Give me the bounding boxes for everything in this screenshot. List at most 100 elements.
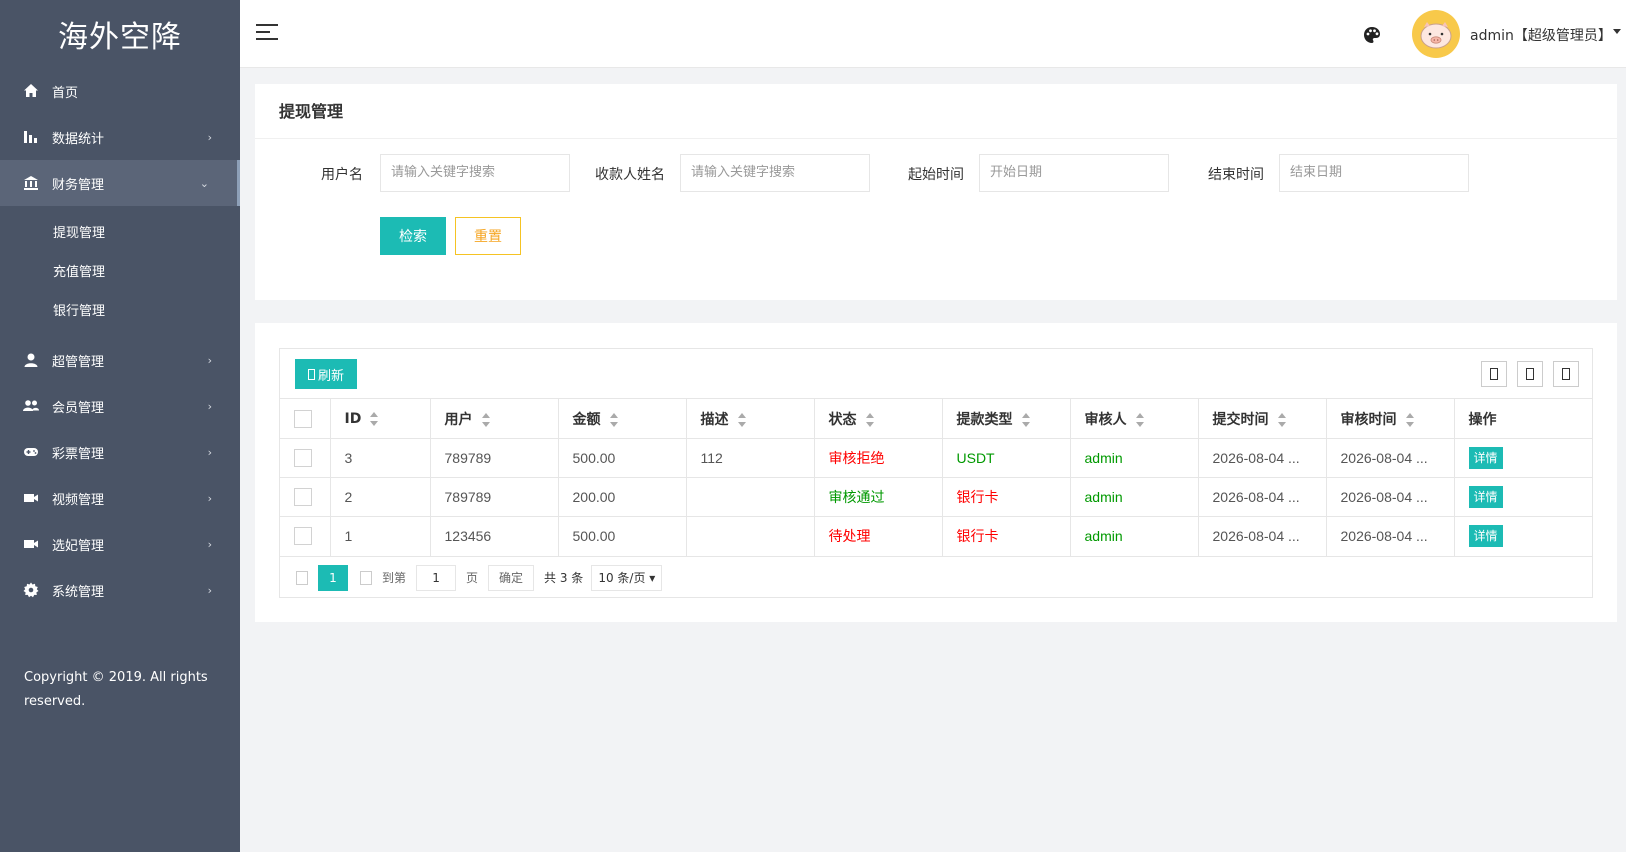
- row-checkbox[interactable]: [294, 449, 312, 468]
- sidebar-item-label: 视频管理: [52, 492, 105, 508]
- payee-name-input[interactable]: 请输入关键字搜索: [680, 154, 870, 192]
- sidebar-item-statistics[interactable]: 数据统计 ›: [0, 114, 240, 160]
- select-all-cell: [280, 398, 330, 439]
- column-header-status[interactable]: 状态: [813, 398, 942, 439]
- chevron-right-icon: ›: [207, 353, 212, 367]
- column-header-reviewer[interactable]: 审核人: [1069, 398, 1198, 439]
- sidebar-item-lottery[interactable]: 彩票管理 ›: [0, 429, 240, 475]
- users-icon: [22, 397, 40, 415]
- sort-icon[interactable]: [369, 411, 379, 426]
- cell-amount: 200.00: [557, 477, 686, 517]
- end-date-input[interactable]: 结束日期: [1279, 154, 1469, 192]
- column-header-id[interactable]: ID: [329, 398, 430, 439]
- cell-id: 1: [329, 516, 430, 556]
- sidebar-item-label: 首页: [52, 85, 79, 101]
- column-filter-icon[interactable]: [1481, 361, 1507, 387]
- sort-icon[interactable]: [1405, 412, 1415, 427]
- refresh-button[interactable]: 刷新: [295, 359, 357, 389]
- goto-label: 到第: [382, 571, 407, 585]
- cell-review-time: 2026-08-04 ...: [1325, 438, 1454, 478]
- sort-icon[interactable]: [865, 412, 875, 427]
- sidebar-item-selection[interactable]: 选妃管理 ›: [0, 521, 240, 567]
- chevron-right-icon: ›: [207, 445, 212, 459]
- column-header-desc[interactable]: 描述: [685, 398, 814, 439]
- search-button[interactable]: 检索: [380, 217, 446, 255]
- app-logo: 海外空降: [58, 20, 182, 55]
- sort-icon[interactable]: [1021, 412, 1031, 427]
- sidebar-item-videos[interactable]: 视频管理 ›: [0, 475, 240, 521]
- payee-name-label: 收款人姓名: [595, 167, 665, 183]
- prev-page-icon[interactable]: [296, 570, 308, 585]
- caret-down-icon[interactable]: [1613, 29, 1621, 34]
- cell-submit-time: 2026-08-04 ...: [1197, 516, 1326, 556]
- reset-button[interactable]: 重置: [455, 217, 521, 255]
- sort-icon[interactable]: [1135, 412, 1145, 427]
- bank-icon: [22, 174, 40, 192]
- print-icon[interactable]: [1553, 361, 1579, 387]
- sidebar-item-members[interactable]: 会员管理 ›: [0, 383, 240, 429]
- cell-reviewer: admin: [1069, 516, 1198, 556]
- search-card: 提现管理 用户名 请输入关键字搜索 收款人姓名 请输入关键字搜索 起始时间 开始…: [255, 84, 1617, 300]
- data-table: 刷新 ID 用户 金额 描述 状态 提款类型 审核人 提交时间 审核时间 操作 …: [279, 348, 1593, 598]
- column-header-review-time[interactable]: 审核时间: [1325, 398, 1454, 439]
- page-size-select[interactable]: 10 条/页 ▾: [591, 564, 663, 591]
- row-checkbox[interactable]: [294, 488, 312, 507]
- next-page-icon[interactable]: [360, 570, 372, 585]
- sidebar-item-system[interactable]: 系统管理 ›: [0, 567, 240, 613]
- sort-icon[interactable]: [1277, 412, 1287, 427]
- cell-submit-time: 2026-08-04 ...: [1197, 438, 1326, 478]
- home-icon: [22, 82, 40, 100]
- chevron-right-icon: ›: [207, 583, 212, 597]
- username-input[interactable]: 请输入关键字搜索: [380, 154, 570, 192]
- sidebar-item-finance[interactable]: 财务管理 ⌄: [0, 160, 240, 206]
- cell-submit-time: 2026-08-04 ...: [1197, 477, 1326, 517]
- sidebar: 海外空降 首页 数据统计 › 财务管理 ⌄ 提现管理 充值管理 银行管理 超管管…: [0, 0, 240, 852]
- chevron-down-icon: ⌄: [199, 176, 209, 190]
- gear-icon: [22, 581, 40, 599]
- cell-id: 2: [329, 477, 430, 517]
- video-camera-icon: [22, 535, 40, 553]
- copyright-text: Copyright © 2019. All rights reserved.: [24, 670, 208, 709]
- page-number-current[interactable]: 1: [318, 564, 348, 591]
- cell-amount: 500.00: [557, 438, 686, 478]
- row-checkbox[interactable]: [294, 527, 312, 546]
- goto-confirm-button[interactable]: 确定: [488, 564, 535, 591]
- palette-icon[interactable]: [1362, 25, 1382, 45]
- sidebar-subitem-bank[interactable]: 银行管理: [0, 290, 240, 329]
- sidebar-subitem-recharge[interactable]: 充值管理: [0, 251, 240, 290]
- table-row: 1 123456 500.00 待处理 银行卡 admin 2026-08-04 ... 20…: [280, 516, 1592, 556]
- detail-button[interactable]: 详情: [1468, 486, 1503, 508]
- sidebar-item-home[interactable]: 首页: [0, 68, 240, 114]
- sidebar-item-label: 超管管理: [52, 354, 105, 370]
- sidebar-item-admins[interactable]: 超管管理 ›: [0, 337, 240, 383]
- menu-toggle-icon[interactable]: [256, 24, 278, 44]
- column-header-type[interactable]: 提款类型: [941, 398, 1070, 439]
- pig-face-icon: [1420, 22, 1452, 49]
- row-checkbox-cell: [280, 477, 330, 517]
- column-header-action: 操作: [1453, 398, 1592, 439]
- sidebar-subitem-withdraw[interactable]: 提现管理: [0, 212, 240, 251]
- cell-user: 789789: [429, 477, 558, 517]
- avatar[interactable]: [1412, 10, 1460, 58]
- chevron-right-icon: ›: [207, 130, 212, 144]
- user-menu[interactable]: admin【超级管理员】: [1470, 25, 1612, 45]
- sort-icon[interactable]: [481, 412, 491, 427]
- cell-review-time: 2026-08-04 ...: [1325, 477, 1454, 517]
- select-all-checkbox[interactable]: [294, 409, 312, 428]
- start-date-input[interactable]: 开始日期: [979, 154, 1169, 192]
- column-header-submit-time[interactable]: 提交时间: [1197, 398, 1326, 439]
- cell-desc: [685, 477, 814, 517]
- sort-icon[interactable]: [609, 412, 619, 427]
- detail-button[interactable]: 详情: [1468, 447, 1503, 469]
- cell-type: USDT: [941, 438, 1070, 478]
- column-header-amount[interactable]: 金额: [557, 398, 686, 439]
- row-checkbox-cell: [280, 438, 330, 478]
- goto-page-input[interactable]: 1: [416, 564, 457, 591]
- export-icon[interactable]: [1517, 361, 1543, 387]
- cell-id: 3: [329, 438, 430, 478]
- sort-icon[interactable]: [737, 412, 747, 427]
- detail-button[interactable]: 详情: [1468, 525, 1503, 548]
- end-time-label: 结束时间: [1208, 167, 1264, 183]
- column-header-user[interactable]: 用户: [429, 398, 558, 439]
- bar-chart-icon: [22, 128, 40, 146]
